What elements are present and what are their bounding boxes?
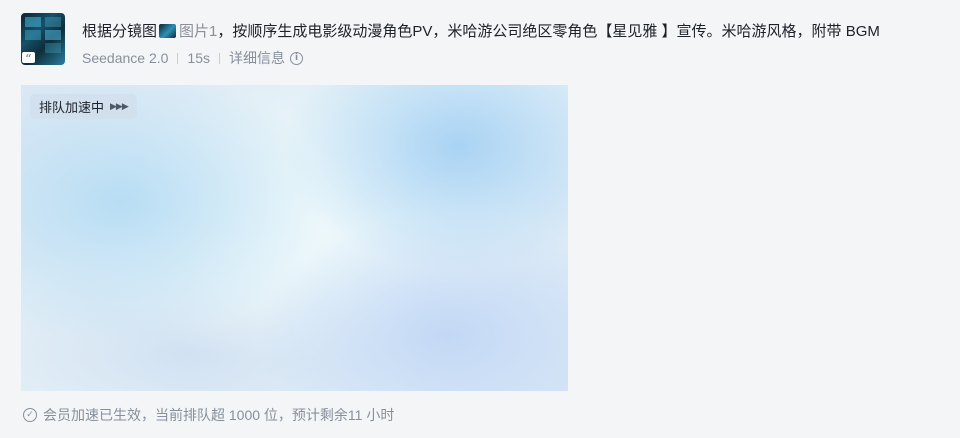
generation-card: “ 根据分镜图 图片1，按顺序生成电影级动漫角色PV，米哈游公司绝区零角色【星见雅…	[0, 0, 960, 438]
info-icon[interactable]: i	[289, 51, 303, 65]
details-link[interactable]: 详细信息	[229, 48, 285, 68]
quote-icon: “	[22, 52, 35, 65]
generation-meta: Seedance 2.0 15s 详细信息 i	[82, 47, 303, 69]
reference-image-icon	[159, 24, 177, 38]
thumbnail-panel	[45, 30, 61, 40]
thumbnail-panel	[25, 30, 41, 40]
queue-status-badge: 排队加速中 ▶▶▶	[30, 94, 137, 119]
thumbnail-panel	[45, 43, 61, 53]
model-name: Seedance 2.0	[82, 50, 169, 66]
queue-badge-label: 排队加速中	[39, 100, 105, 115]
queue-status-text: 会员加速已生效，当前排队超 1000 位，预计剩余11 小时	[43, 407, 395, 423]
queue-status-line: ✓ 会员加速已生效，当前排队超 1000 位，预计剩余11 小时	[23, 404, 394, 426]
duration-label: 15s	[187, 50, 210, 66]
storyboard-thumbnail[interactable]: “	[21, 13, 65, 65]
play-arrows-icon: ▶▶▶	[110, 101, 129, 111]
check-circle-icon: ✓	[23, 408, 37, 422]
meta-divider	[218, 52, 220, 64]
prompt-text-after: ，按顺序生成电影级动漫角色PV，米哈游公司绝区零角色【星见雅 】宣传。米哈游风格…	[217, 23, 880, 40]
prompt-text-before: 根据分镜图	[82, 23, 158, 40]
reference-image-label[interactable]: 图片1	[179, 23, 217, 40]
video-preview-placeholder[interactable]: 排队加速中 ▶▶▶	[21, 85, 568, 391]
thumbnail-panel	[45, 17, 61, 27]
prompt-text: 根据分镜图 图片1，按顺序生成电影级动漫角色PV，米哈游公司绝区零角色【星见雅 】…	[82, 20, 942, 44]
meta-divider	[177, 52, 179, 64]
thumbnail-panel	[25, 17, 41, 27]
